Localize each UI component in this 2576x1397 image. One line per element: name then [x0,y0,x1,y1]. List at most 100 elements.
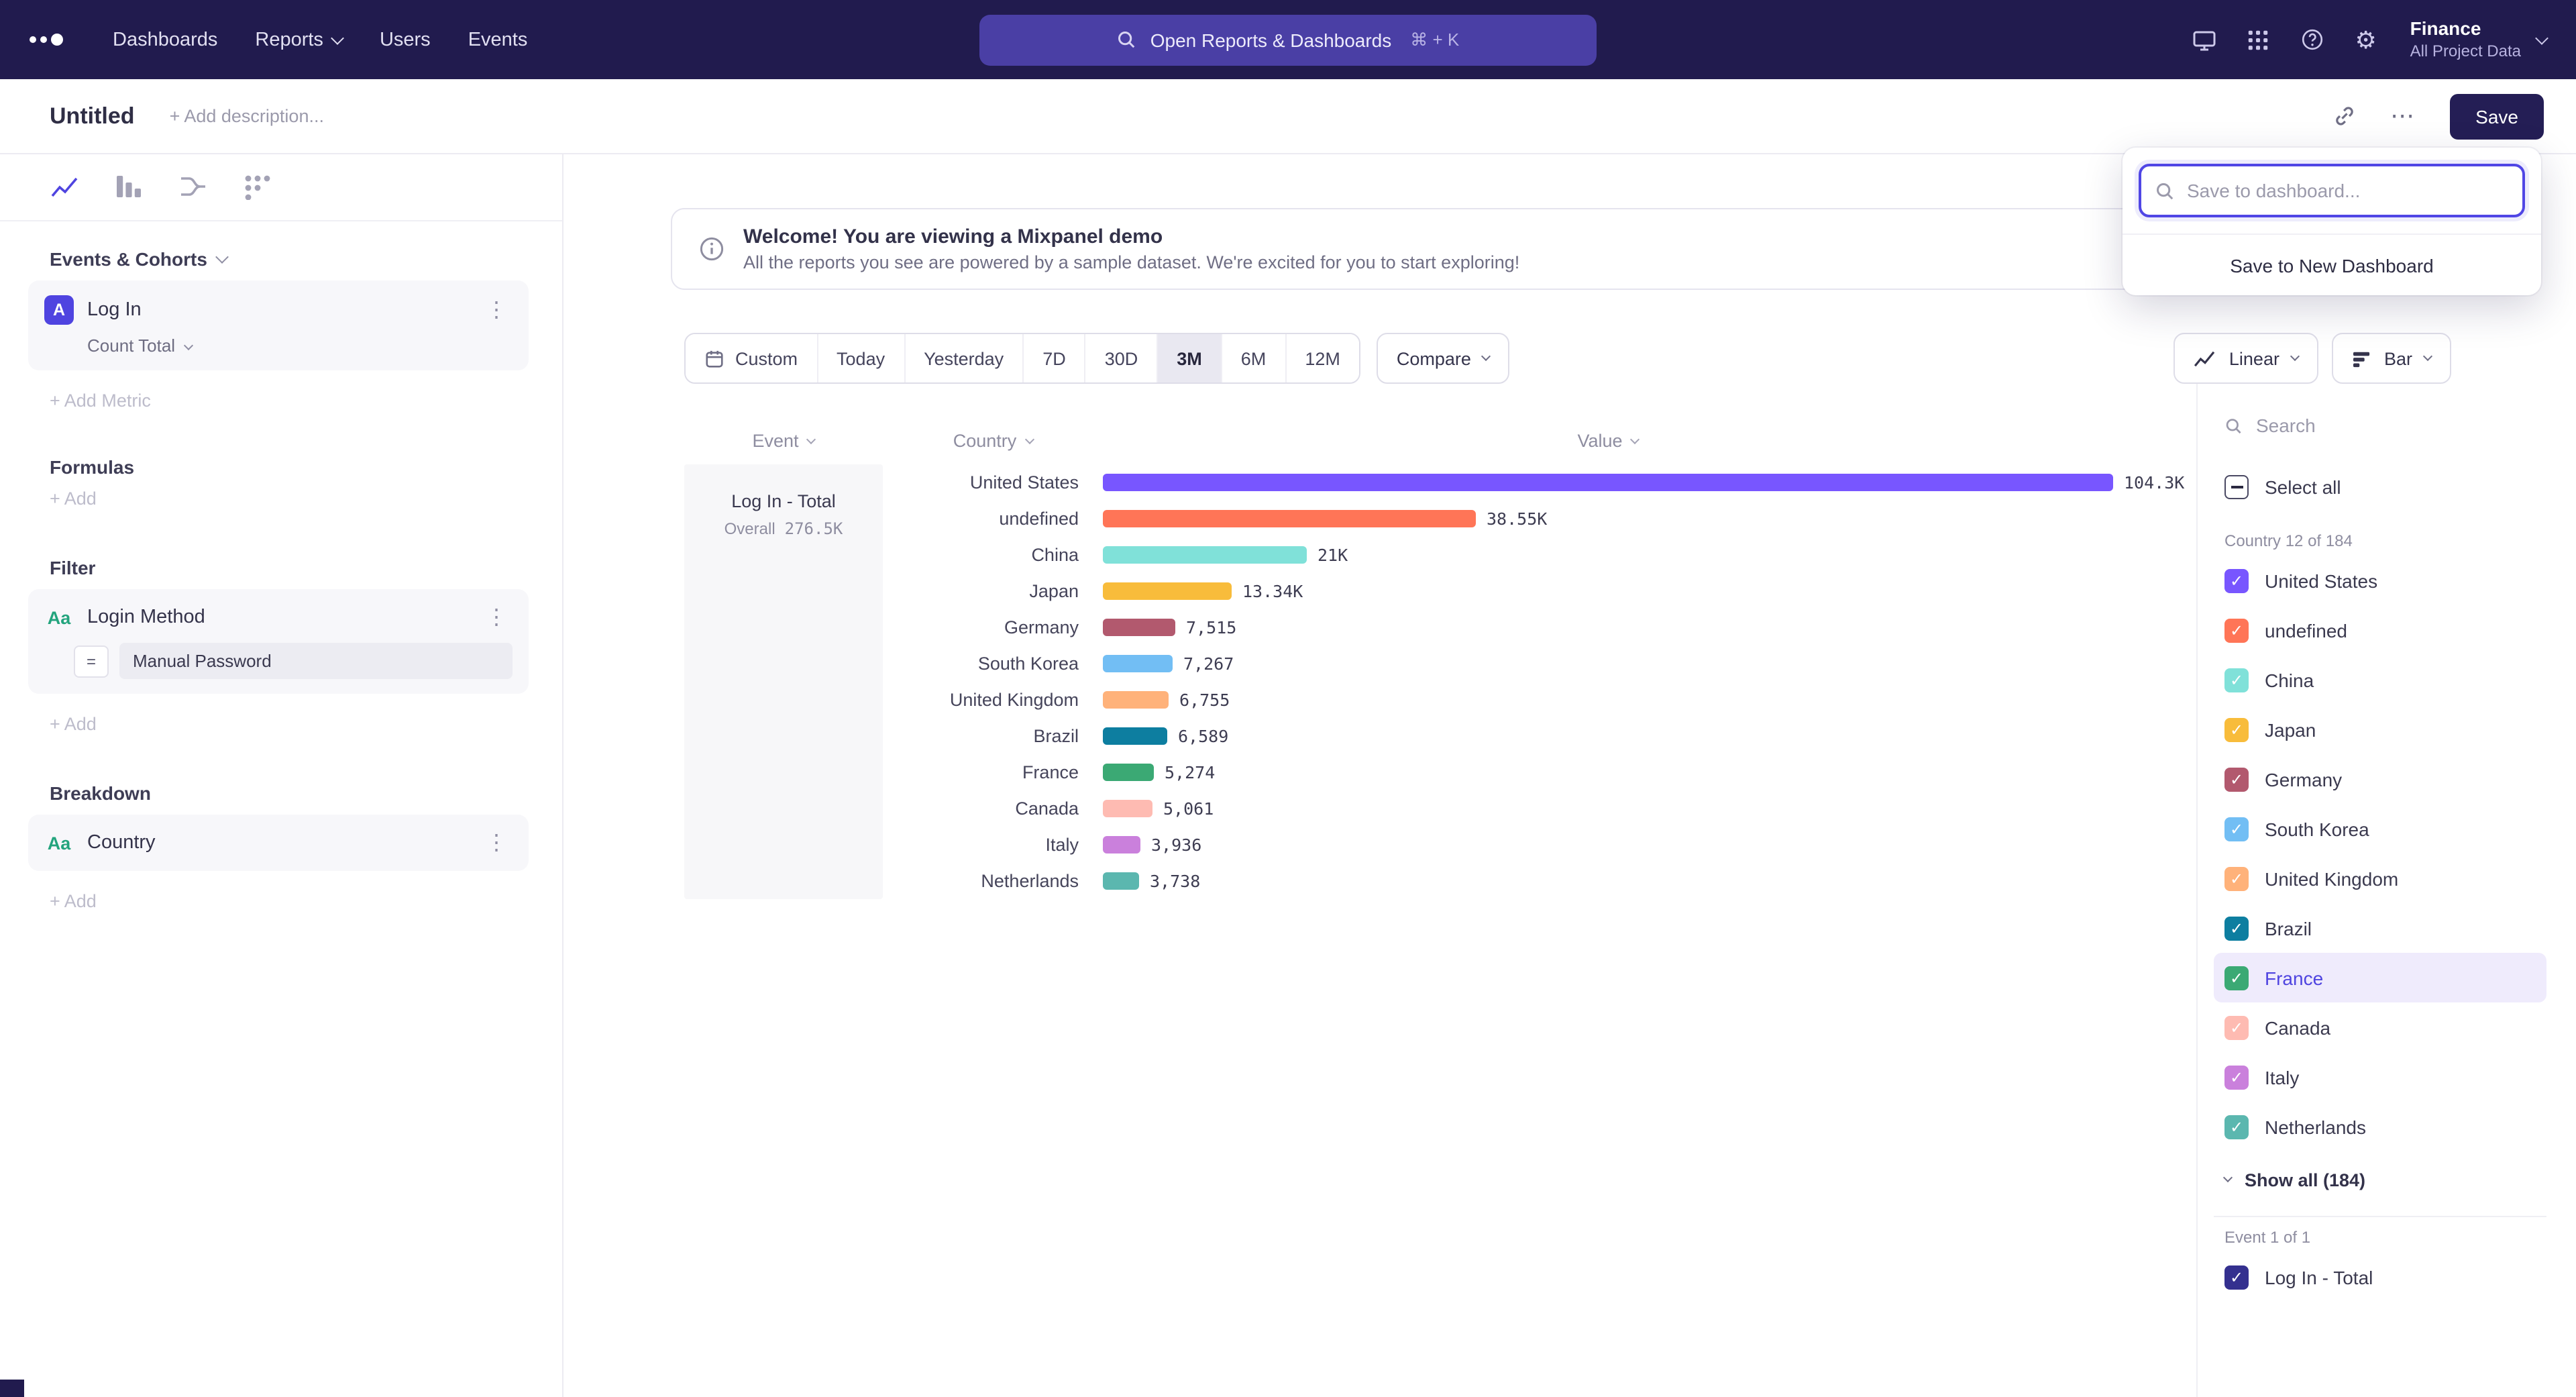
filter-row[interactable]: Aa Login Method ⋮ [44,604,513,631]
compare-button[interactable]: Compare [1377,333,1510,384]
bar[interactable] [1103,474,2113,491]
chevron-down-icon [806,435,816,444]
legend-item-brazil[interactable]: ✓ Brazil [2214,903,2546,953]
tab-funnels[interactable] [114,173,144,203]
legend-item-checkbox[interactable]: ✓ [2224,767,2249,791]
legend-item-checkbox[interactable]: ✓ [2224,668,2249,692]
retention-grid-icon [243,173,272,200]
tab-flows[interactable] [178,173,208,203]
legend-item-france[interactable]: ✓ France [2214,953,2546,1002]
filter-menu-button[interactable]: ⋮ [480,604,513,631]
nav-dashboards[interactable]: Dashboards [98,17,232,62]
add-breakdown-button[interactable]: + Add [50,891,529,911]
legend-search-input[interactable] [2256,415,2536,436]
legend-item-checkbox[interactable]: ✓ [2224,1115,2249,1139]
legend-item-united-states[interactable]: ✓ United States [2214,556,2546,605]
events-section-title[interactable]: Events & Cohorts [50,248,529,270]
bar[interactable] [1103,800,1152,817]
range-label: 3M [1177,348,1202,368]
legend-item-checkbox[interactable]: ✓ [2224,618,2249,642]
add-metric-button[interactable]: + Add Metric [50,391,529,411]
legend-item-china[interactable]: ✓ China [2214,655,2546,705]
bar[interactable] [1103,619,1175,636]
range-today[interactable]: Today [818,334,905,382]
range-6m[interactable]: 6M [1222,334,1287,382]
legend-item-checkbox[interactable]: ✓ [2224,1065,2249,1089]
chart-type-selector[interactable]: Bar [2332,333,2451,384]
range-12m[interactable]: 12M [1286,334,1359,382]
range-30d[interactable]: 30D [1086,334,1159,382]
scale-selector[interactable]: Linear [2174,333,2318,384]
project-switcher[interactable]: Finance All Project Data [2410,18,2546,62]
select-all-checkbox[interactable] [2224,475,2249,499]
legend-item-netherlands[interactable]: ✓ Netherlands [2214,1102,2546,1151]
bar[interactable] [1103,764,1154,781]
filter-value-selector[interactable]: Manual Password [119,643,513,679]
global-search[interactable]: Open Reports & Dashboards ⌘ + K [979,14,1597,65]
save-dashboard-search[interactable] [2139,164,2525,217]
bar[interactable] [1103,836,1140,853]
filter-operator-selector[interactable]: = [74,645,109,677]
legend-item-checkbox[interactable]: ✓ [2224,966,2249,990]
legend-item-checkbox[interactable]: ✓ [2224,568,2249,592]
legend-item-germany[interactable]: ✓ Germany [2214,754,2546,804]
bar[interactable] [1103,546,1307,564]
tab-retention[interactable] [243,173,272,203]
range-3m[interactable]: 3M [1158,334,1222,382]
range-custom[interactable]: Custom [686,334,818,382]
select-all-row[interactable]: Select all [2214,459,2546,515]
legend-event-checkbox[interactable]: ✓ [2224,1265,2249,1289]
add-description[interactable]: + Add description... [170,106,324,126]
bar[interactable] [1103,655,1173,672]
bar[interactable] [1103,872,1139,890]
save-to-new-dashboard-option[interactable]: Save to New Dashboard [2123,234,2541,295]
legend-item-checkbox[interactable]: ✓ [2224,717,2249,741]
metric-menu-button[interactable]: ⋮ [480,297,513,323]
column-header-event[interactable]: Event [684,430,883,450]
event-summary-cell[interactable]: Log In - Total Overall 276.5K [684,464,883,899]
range-yesterday[interactable]: Yesterday [905,334,1024,382]
demo-data-button[interactable] [2182,17,2228,62]
aggregation-selector[interactable]: Count Total [87,335,191,356]
legend-item-south-korea[interactable]: ✓ South Korea [2214,804,2546,853]
bar[interactable] [1103,510,1476,527]
bar[interactable] [1103,691,1169,709]
bar[interactable] [1103,582,1232,600]
query-builder: Events & Cohorts A Log In ⋮ Count Total … [0,154,564,1397]
legend-item-united-kingdom[interactable]: ✓ United Kingdom [2214,853,2546,903]
bar-row: Italy 3,936 [684,827,2196,863]
nav-users[interactable]: Users [365,17,445,62]
column-header-value[interactable]: Value [1103,430,2113,450]
mixpanel-logo[interactable] [30,34,63,46]
legend-item-canada[interactable]: ✓ Canada [2214,1002,2546,1052]
report-title[interactable]: Untitled [50,103,135,130]
save-button[interactable]: Save [2450,93,2544,139]
metric-row[interactable]: A Log In ⋮ [44,295,513,325]
nav-events[interactable]: Events [453,17,543,62]
legend-event-row[interactable]: ✓ Log In - Total [2214,1252,2546,1302]
nav-reports[interactable]: Reports [240,17,357,62]
breakdown-menu-button[interactable]: ⋮ [480,829,513,856]
legend-item-japan[interactable]: ✓ Japan [2214,705,2546,754]
more-options-button[interactable]: ⋯ [2380,93,2426,139]
legend-item-undefined[interactable]: ✓ undefined [2214,605,2546,655]
breakdown-row[interactable]: Aa Country ⋮ [44,829,513,856]
range-7d[interactable]: 7D [1024,334,1086,382]
tab-insights[interactable] [50,173,79,203]
legend-search[interactable] [2214,403,2546,448]
add-filter-button[interactable]: + Add [50,714,529,734]
legend-item-checkbox[interactable]: ✓ [2224,1015,2249,1039]
show-all-button[interactable]: Show all (184) [2214,1151,2546,1208]
legend-item-checkbox[interactable]: ✓ [2224,916,2249,940]
copy-link-button[interactable] [2321,93,2367,139]
save-dashboard-input[interactable] [2187,180,2509,201]
legend-item-italy[interactable]: ✓ Italy [2214,1052,2546,1102]
legend-item-checkbox[interactable]: ✓ [2224,817,2249,841]
settings-button[interactable]: ⚙ [2343,17,2389,62]
bar[interactable] [1103,727,1167,745]
add-formula-button[interactable]: + Add [50,488,529,509]
help-button[interactable] [2290,17,2335,62]
column-header-country[interactable]: Country [883,430,1103,450]
apps-grid-button[interactable] [2236,17,2282,62]
legend-item-checkbox[interactable]: ✓ [2224,866,2249,890]
